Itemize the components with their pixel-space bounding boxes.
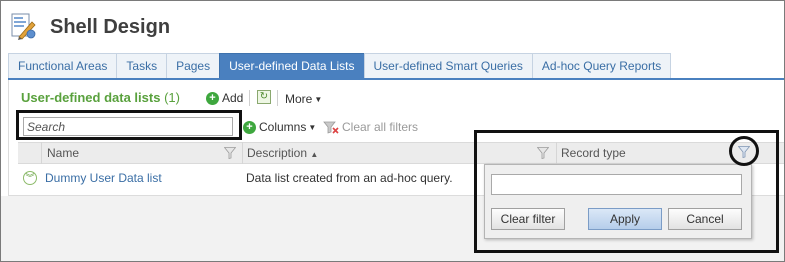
clear-all-filters-button[interactable]: Clear all filters: [323, 120, 418, 134]
section-title-label: User-defined data lists: [21, 90, 161, 105]
sort-ascending-icon: ▲: [310, 150, 319, 159]
tab-tasks[interactable]: Tasks: [116, 53, 167, 79]
toolbar-divider: [249, 90, 250, 106]
clear-all-filters-label: Clear all filters: [342, 120, 419, 134]
add-column-icon: +: [243, 120, 256, 134]
shell-design-icon: [10, 12, 36, 40]
tab-bar: Functional Areas Tasks Pages User-define…: [8, 53, 672, 79]
add-icon: +: [206, 91, 219, 105]
tab-pages[interactable]: Pages: [166, 53, 220, 79]
tab-user-defined-smart-queries[interactable]: User-defined Smart Queries: [363, 53, 532, 79]
column-divider: [242, 142, 243, 164]
refresh-button[interactable]: ↻: [257, 90, 271, 104]
clear-filter-icon: [323, 121, 339, 134]
column-divider: [41, 142, 42, 164]
row-description: Data list created from an ad-hoc query.: [246, 171, 453, 185]
more-label: More: [285, 92, 313, 106]
tab-user-defined-data-lists[interactable]: User-defined Data Lists: [219, 53, 364, 79]
more-menu[interactable]: More ▼: [285, 92, 322, 106]
tab-functional-areas[interactable]: Functional Areas: [8, 53, 117, 79]
columns-label: Columns: [259, 120, 307, 134]
filter-icon-highlight: [729, 136, 759, 166]
column-header-description[interactable]: Description ▲: [247, 146, 318, 160]
columns-button[interactable]: + Columns ▼: [243, 120, 316, 134]
add-label: Add: [222, 91, 244, 105]
add-button[interactable]: + Add: [206, 91, 243, 105]
tab-ad-hoc-query-reports[interactable]: Ad-hoc Query Reports: [531, 53, 672, 79]
refresh-icon: ↻: [257, 90, 271, 104]
search-input[interactable]: [23, 117, 233, 136]
page-title: Shell Design: [50, 16, 171, 38]
column-header-name[interactable]: Name: [47, 146, 79, 160]
section-title: User-defined data lists (1): [21, 90, 180, 105]
expand-row-icon[interactable]: ︾: [23, 171, 37, 185]
name-filter-icon[interactable]: [224, 147, 236, 159]
record-count: (1): [164, 90, 180, 105]
chevron-down-icon: ▼: [308, 122, 317, 132]
row-name-link[interactable]: Dummy User Data list: [45, 171, 162, 185]
description-label: Description: [247, 146, 308, 160]
chevron-down-icon: ▼: [314, 94, 323, 104]
toolbar-divider: [277, 90, 278, 106]
